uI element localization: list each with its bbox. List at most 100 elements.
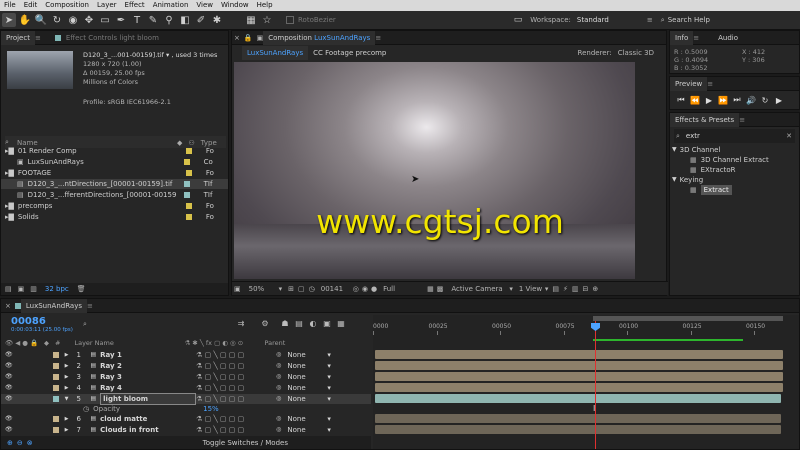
- toggle-pixel-aspect-icon[interactable]: ▤: [552, 285, 559, 293]
- keyframe-icon[interactable]: I: [593, 404, 595, 413]
- layer-name[interactable]: Ray 2: [100, 361, 196, 371]
- menu-view[interactable]: View: [192, 0, 217, 11]
- pick-whip-icon[interactable]: ◎: [276, 350, 281, 360]
- bpc-button[interactable]: 32 bpc: [45, 285, 69, 293]
- parent-select[interactable]: None: [287, 425, 327, 435]
- next-frame-icon[interactable]: ⏩: [716, 96, 730, 105]
- effect-item-selected[interactable]: ▦ Extract: [672, 185, 799, 195]
- menu-window[interactable]: Window: [217, 0, 253, 11]
- panel-menu-icon[interactable]: ≡: [739, 116, 745, 124]
- first-frame-icon[interactable]: ⏮: [674, 95, 688, 105]
- expand-transfer-icon[interactable]: ⊖: [17, 439, 23, 447]
- label-color-swatch[interactable]: [52, 396, 59, 402]
- effect-item[interactable]: ▦ 3D Channel Extract: [672, 155, 799, 165]
- rotobezier-checkbox[interactable]: [286, 16, 294, 24]
- visibility-eye-icon[interactable]: 👁: [5, 394, 13, 404]
- layer-row[interactable]: 👁 ▶ 4 ▤ Ray 4 ⚗ ▢ ╲ ▢ ▢ ▢ ◎ None ▾: [1, 383, 371, 393]
- project-item[interactable]: ▤ D120_3_...fferentDirections_[00001-0015…: [1, 190, 228, 200]
- effect-item[interactable]: ▦ EXtractoR: [672, 165, 799, 175]
- menu-help[interactable]: Help: [253, 0, 277, 11]
- brainstorm-icon[interactable]: ▦: [335, 319, 347, 328]
- composition-viewer[interactable]: ➤ www.cgtsj.com: [234, 62, 635, 279]
- chevron-down-icon[interactable]: ▾: [327, 383, 331, 393]
- new-folder-icon[interactable]: ▣: [18, 285, 25, 293]
- chevron-right-icon[interactable]: ▶: [65, 425, 69, 435]
- time-ruler[interactable]: 0000 00025 00050 00075 00100 00125 00150: [373, 323, 799, 335]
- panel-menu-icon[interactable]: ≡: [707, 80, 713, 88]
- project-item[interactable]: ▣ LuxSunAndRays Co: [1, 157, 228, 167]
- layer-switches[interactable]: ⚗ ▢ ╲ ▢ ▢ ▢: [196, 350, 276, 360]
- loop-icon[interactable]: ↻: [758, 96, 772, 105]
- search-help-input[interactable]: Search Help: [668, 16, 710, 24]
- roi-icon[interactable]: ▦: [427, 285, 434, 293]
- panel-menu-icon[interactable]: ≡: [693, 34, 699, 42]
- pick-whip-icon[interactable]: ◎: [276, 414, 281, 424]
- menu-effect[interactable]: Effect: [121, 0, 149, 11]
- frame-blending-icon[interactable]: ▤: [293, 319, 305, 328]
- layer-name[interactable]: cloud matte: [100, 414, 196, 424]
- resolution-select[interactable]: Full: [383, 285, 427, 293]
- clear-search-icon[interactable]: ✕: [786, 132, 792, 140]
- parent-select[interactable]: None: [287, 414, 327, 424]
- effects-group-3d-channel[interactable]: ▼ 3D Channel: [672, 145, 799, 155]
- tab-composition[interactable]: Composition LuxSunAndRays: [263, 30, 376, 45]
- work-area-range[interactable]: [593, 316, 783, 321]
- flowchart-icon[interactable]: ⊟: [583, 285, 589, 293]
- label-color-swatch[interactable]: [52, 352, 59, 358]
- chevron-right-icon[interactable]: ▶: [65, 383, 69, 393]
- chevron-down-icon[interactable]: ▾: [327, 350, 331, 360]
- pen-tool-icon[interactable]: ✒: [114, 13, 128, 27]
- interpret-footage-icon[interactable]: ▤: [5, 285, 12, 293]
- project-item[interactable]: ▸▇ FOOTAGE Fo: [1, 168, 228, 178]
- parent-select[interactable]: None: [287, 361, 327, 371]
- chevron-right-icon[interactable]: ▶: [65, 372, 69, 382]
- panel-menu-icon[interactable]: ≡: [87, 302, 93, 310]
- tab-audio[interactable]: Audio: [713, 31, 743, 45]
- label-color-swatch[interactable]: [183, 181, 190, 187]
- tab-effect-controls[interactable]: Effect Controls light bloom: [61, 31, 164, 45]
- toggle-switches-modes[interactable]: Toggle Switches / Modes: [203, 439, 288, 447]
- pick-whip-icon[interactable]: ◎: [276, 394, 281, 404]
- chevron-down-icon[interactable]: ▼: [65, 394, 69, 404]
- color-channel-icon[interactable]: ●: [371, 285, 377, 293]
- panel-menu-icon[interactable]: ≡: [35, 34, 41, 42]
- label-color-swatch[interactable]: [52, 385, 59, 391]
- opacity-value[interactable]: 15%: [203, 405, 219, 413]
- parent-select[interactable]: None: [287, 383, 327, 393]
- new-comp-icon[interactable]: ▥: [30, 285, 37, 293]
- label-color-swatch[interactable]: [185, 148, 192, 154]
- search-icon[interactable]: ⌕: [83, 320, 87, 329]
- camera-tool-icon[interactable]: ◉: [66, 13, 80, 27]
- audio-icon[interactable]: 🔊: [744, 96, 758, 105]
- chevron-right-icon[interactable]: ▶: [65, 414, 69, 424]
- visibility-eye-icon[interactable]: 👁: [5, 350, 13, 360]
- fast-previews-icon[interactable]: ⚡: [563, 285, 568, 293]
- label-color-swatch[interactable]: [52, 427, 59, 433]
- panel-menu-icon[interactable]: ≡: [375, 34, 381, 42]
- visibility-eye-icon[interactable]: 👁: [5, 383, 13, 393]
- previous-frame-icon[interactable]: ⏪: [688, 96, 702, 105]
- safe-zones-icon[interactable]: ⊞: [288, 285, 294, 293]
- layer-duration-bar[interactable]: [375, 361, 783, 370]
- column-layer-name[interactable]: Layer Name: [74, 339, 184, 347]
- viewer-timecode[interactable]: 00141: [321, 285, 353, 293]
- visibility-eye-icon[interactable]: 👁: [5, 361, 13, 371]
- visibility-eye-icon[interactable]: 👁: [5, 414, 13, 424]
- layer-row[interactable]: 👁 ▶ 7 ▤ Clouds in front ⚗ ▢ ╲ ▢ ▢ ▢ ◎ None ▾: [1, 425, 371, 435]
- camera-select[interactable]: Active Camera: [451, 285, 509, 293]
- renderer-value[interactable]: Classic 3D: [618, 49, 654, 57]
- chevron-down-icon[interactable]: ▾: [327, 361, 331, 371]
- always-preview-icon[interactable]: ▣: [234, 285, 241, 293]
- hand-tool-icon[interactable]: ✋: [18, 13, 32, 27]
- chevron-down-icon[interactable]: ▾: [327, 425, 331, 435]
- chevron-right-icon[interactable]: ▶: [65, 361, 69, 371]
- pick-whip-icon[interactable]: ◎: [276, 361, 281, 371]
- lock-icon[interactable]: 🔒: [244, 34, 253, 42]
- layer-row[interactable]: 👁 ▶ 3 ▤ Ray 3 ⚗ ▢ ╲ ▢ ▢ ▢ ◎ None ▾: [1, 372, 371, 382]
- layer-switches[interactable]: ⚗ ▢ ╲ ▢ ▢ ▢: [196, 425, 276, 435]
- menu-edit[interactable]: Edit: [20, 0, 42, 11]
- workspace-menu-icon[interactable]: ≡: [647, 16, 653, 24]
- timeline-icon[interactable]: ▥: [572, 285, 579, 293]
- project-item[interactable]: ▸▇ 01 Render Comp Fo: [1, 146, 228, 156]
- tab-timeline-comp[interactable]: LuxSunAndRays: [20, 298, 88, 313]
